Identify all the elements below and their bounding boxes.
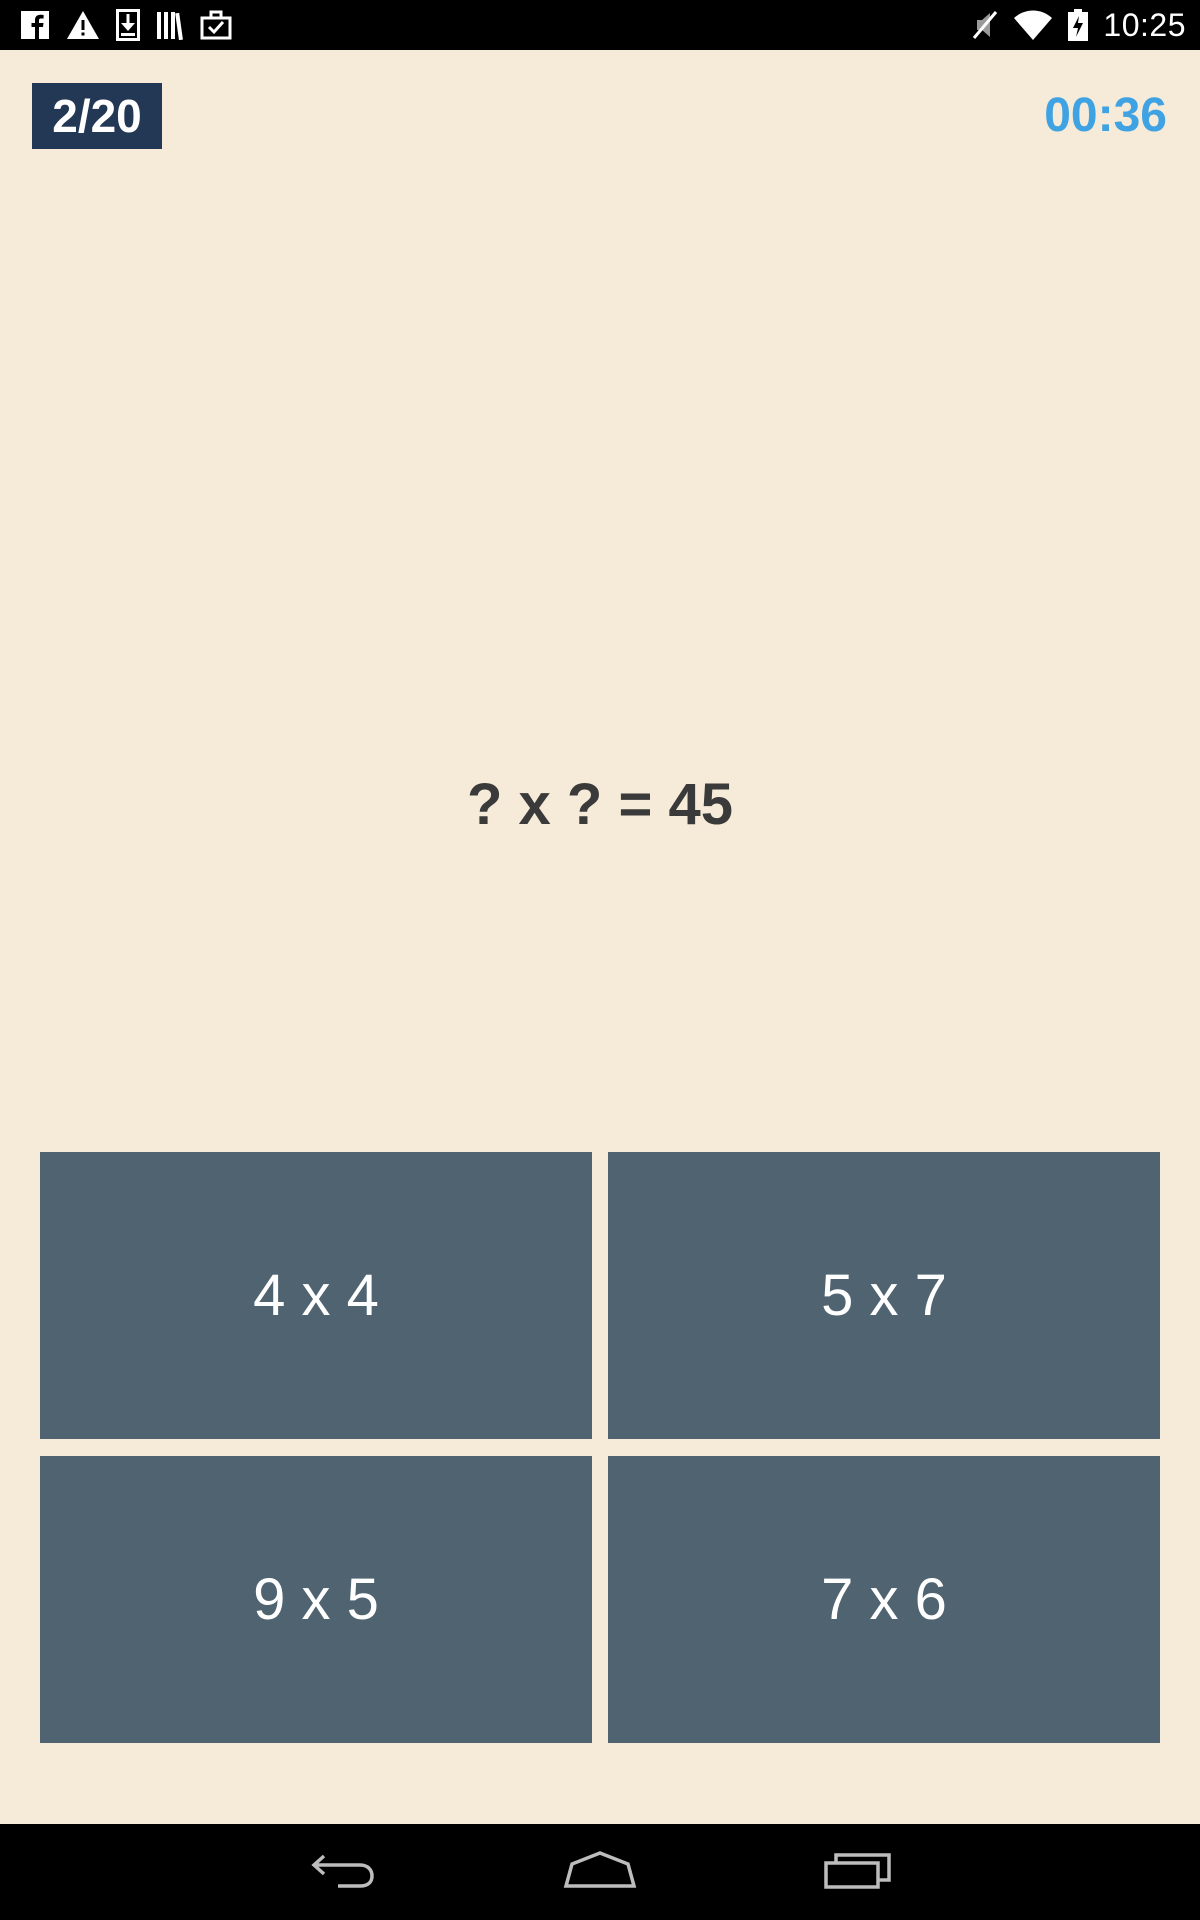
wifi-icon: [1013, 9, 1053, 41]
question-progress-badge: 2/20: [32, 83, 162, 149]
warning-icon: [66, 10, 100, 40]
countdown-timer: 00:36: [1044, 89, 1167, 142]
answer-button-2[interactable]: 5 x 7: [608, 1152, 1160, 1439]
answer-button-1[interactable]: 4 x 4: [40, 1152, 592, 1439]
question-text: ? x ? = 45: [467, 772, 733, 837]
facebook-icon: [20, 10, 50, 40]
answer-grid: 4 x 4 5 x 7 9 x 5 7 x 6: [40, 1152, 1160, 1743]
system-indicators: 10:25: [971, 6, 1186, 44]
quiz-screen: 10:25 2/20 00:36 ? x ? = 45 4 x 4 5 x 7 …: [0, 0, 1200, 1920]
library-icon: [156, 10, 184, 40]
notification-icons: [20, 8, 232, 42]
back-icon: [308, 1850, 378, 1895]
home-button[interactable]: [550, 1842, 650, 1902]
recent-apps-icon: [823, 1850, 893, 1895]
answer-button-4[interactable]: 7 x 6: [608, 1456, 1160, 1743]
status-bar: 10:25: [0, 0, 1200, 50]
download-icon: [116, 9, 140, 41]
mute-icon: [971, 8, 999, 42]
navigation-bar: [0, 1824, 1200, 1920]
status-clock: 10:25: [1103, 6, 1186, 43]
battery-charging-icon: [1067, 8, 1089, 42]
home-icon: [562, 1850, 638, 1895]
recent-apps-button[interactable]: [808, 1842, 908, 1902]
answer-button-3[interactable]: 9 x 5: [40, 1456, 592, 1743]
back-button[interactable]: [293, 1842, 393, 1902]
briefcase-check-icon: [200, 10, 232, 40]
